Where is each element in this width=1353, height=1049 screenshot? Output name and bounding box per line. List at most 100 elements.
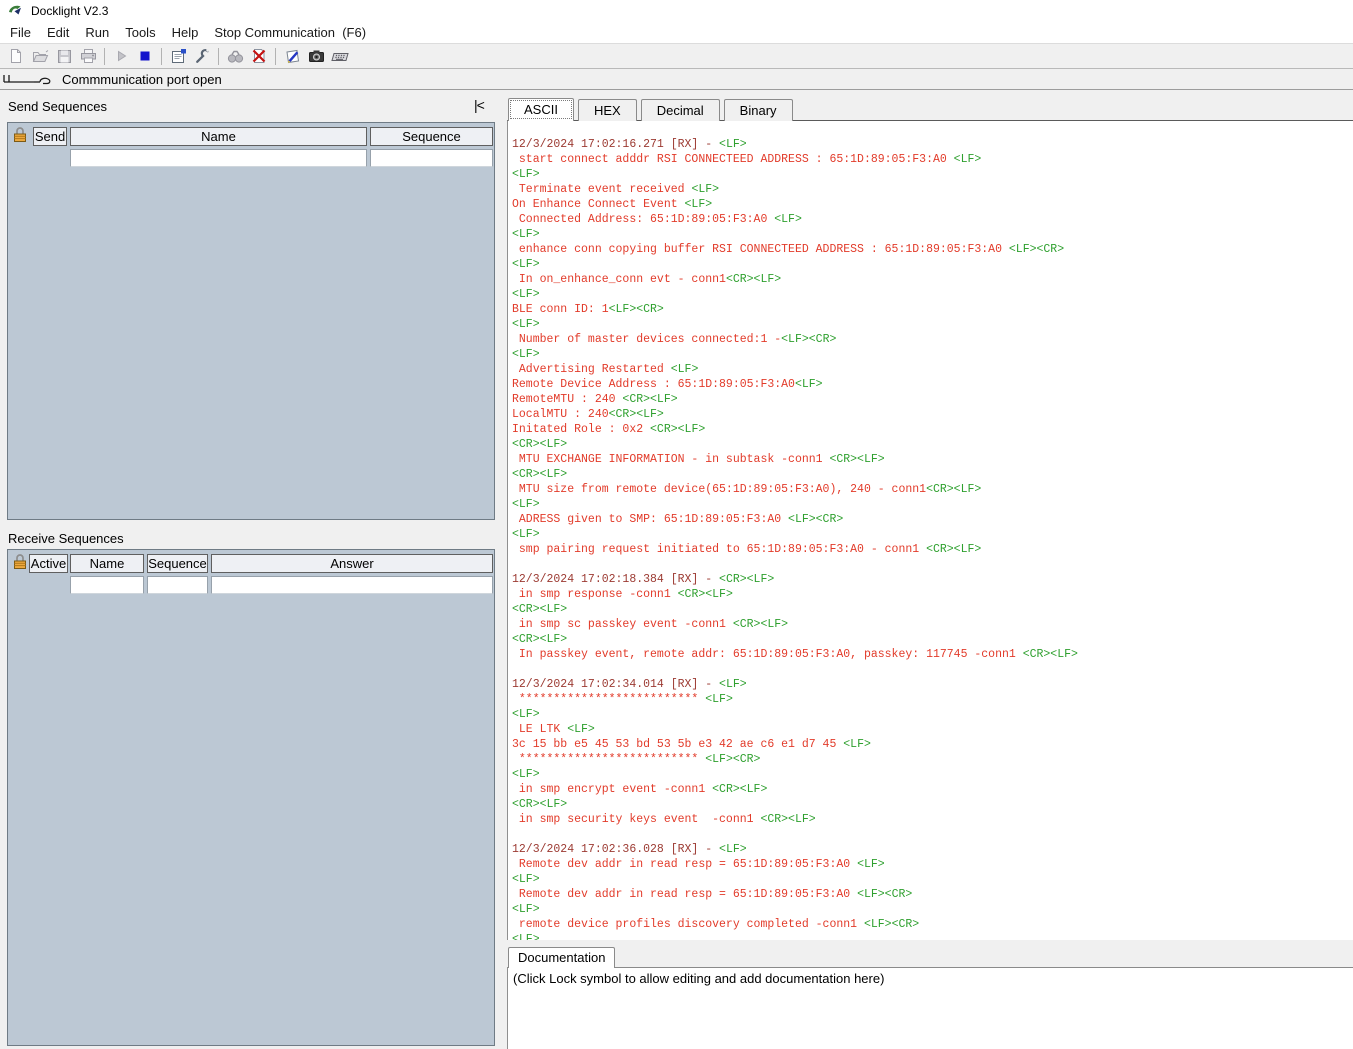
print-icon[interactable] [76, 46, 100, 67]
log-line: <LF> [512, 497, 1353, 512]
log-line: Remote dev addr in read resp = 65:1D:89:… [512, 887, 1353, 902]
log-line: enhance conn copying buffer RSI CONNECTE… [512, 242, 1353, 257]
log-line: Terminate event received <LF> [512, 182, 1353, 197]
communication-status-text: Commmunication port open [62, 72, 222, 87]
send-button[interactable]: Send [33, 127, 67, 146]
tab-documentation[interactable]: Documentation [508, 947, 615, 968]
toolbar-separator [218, 48, 219, 65]
tab-ascii[interactable]: ASCII [508, 98, 574, 121]
tab-hex[interactable]: HEX [578, 99, 637, 121]
log-line: In on_enhance_conn evt - conn1<CR><LF> [512, 272, 1353, 287]
communication-status-bar: Commmunication port open [0, 70, 1353, 90]
tab-decimal[interactable]: Decimal [641, 99, 720, 121]
project-settings-icon[interactable] [166, 46, 190, 67]
log-lines: 12/3/2024 17:02:16.271 [RX] - <LF> start… [512, 137, 1353, 940]
menu-tools[interactable]: Tools [117, 22, 163, 43]
log-line: Number of master devices connected:1 -<L… [512, 332, 1353, 347]
log-line: in smp encrypt event -conn1 <CR><LF> [512, 782, 1353, 797]
log-line: <CR><LF> [512, 467, 1353, 482]
log-line: In passkey event, remote addr: 65:1D:89:… [512, 647, 1353, 662]
toolbar-separator [275, 48, 276, 65]
receive-sequences-panel: Active Name Sequence Answer [7, 549, 495, 1046]
send-row-name-cell[interactable] [70, 149, 367, 167]
toolbar [0, 44, 1353, 69]
send-sequences-panel: Send Name Sequence [7, 122, 495, 520]
log-line: <LF> [512, 767, 1353, 782]
receive-column-active-header: Active [29, 554, 68, 573]
log-line: Connected Address: 65:1D:89:05:F3:A0 <LF… [512, 212, 1353, 227]
stop-icon[interactable] [133, 46, 157, 67]
save-icon[interactable] [52, 46, 76, 67]
window-title: Docklight V2.3 [31, 4, 108, 18]
log-line: 3c 15 bb e5 45 53 bd 53 5b e3 42 ae c6 e… [512, 737, 1353, 752]
log-line: <CR><LF> [512, 797, 1353, 812]
options-wrench-icon[interactable] [190, 46, 214, 67]
log-line: LE LTK <LF> [512, 722, 1353, 737]
send-sequences-title: Send Sequences [8, 99, 107, 114]
menu-stop-communication[interactable]: Stop Communication (F6) [206, 22, 374, 43]
title-bar: Docklight V2.3 [0, 0, 1353, 22]
log-line: Remote dev addr in read resp = 65:1D:89:… [512, 857, 1353, 872]
menu-run[interactable]: Run [77, 22, 117, 43]
log-line: <LF> [512, 527, 1353, 542]
log-line: MTU EXCHANGE INFORMATION - in subtask -c… [512, 452, 1353, 467]
menu-help[interactable]: Help [164, 22, 207, 43]
log-line: ************************** <LF> [512, 692, 1353, 707]
log-line: On Enhance Connect Event <LF> [512, 197, 1353, 212]
log-line: <LF> [512, 317, 1353, 332]
log-line: Remote Device Address : 65:1D:89:05:F3:A… [512, 377, 1353, 392]
log-line: start connect adddr RSI CONNECTEED ADDRE… [512, 152, 1353, 167]
app-logo-icon [7, 3, 23, 19]
send-column-sequence-header: Sequence [370, 127, 493, 146]
clear-window-icon[interactable] [247, 46, 271, 67]
receive-row-name-cell[interactable] [70, 576, 144, 594]
log-line: <LF> [512, 347, 1353, 362]
menu-file[interactable]: File [2, 22, 39, 43]
collapse-send-panel-button[interactable]: |< [474, 97, 484, 113]
log-view-tabs: ASCII HEX Decimal Binary [508, 98, 797, 121]
log-line: LocalMTU : 240<CR><LF> [512, 407, 1353, 422]
communication-log[interactable]: 12/3/2024 17:02:16.271 [RX] - <LF> start… [507, 120, 1353, 940]
receive-row-answer-cell[interactable] [211, 576, 493, 594]
menu-bar: File Edit Run Tools Help Stop Communicat… [0, 22, 1353, 44]
snapshot-camera-icon[interactable] [304, 46, 328, 67]
new-file-icon[interactable] [4, 46, 28, 67]
keyboard-console-icon[interactable] [328, 46, 352, 67]
send-column-name-header: Name [70, 127, 367, 146]
toolbar-separator [161, 48, 162, 65]
log-line: <LF> [512, 902, 1353, 917]
log-line: <CR><LF> [512, 632, 1353, 647]
log-line [512, 662, 1353, 677]
receive-row-sequence-cell[interactable] [147, 576, 208, 594]
receive-sequences-title: Receive Sequences [8, 531, 124, 546]
log-line: remote device profiles discovery complet… [512, 917, 1353, 932]
send-row-sequence-cell[interactable] [370, 149, 493, 167]
lock-icon[interactable] [13, 126, 27, 143]
log-line: BLE conn ID: 1<LF><CR> [512, 302, 1353, 317]
receive-column-answer-header: Answer [211, 554, 493, 573]
log-line: ADRESS given to SMP: 65:1D:89:05:F3:A0 <… [512, 512, 1353, 527]
log-line: <CR><LF> [512, 437, 1353, 452]
log-line: <LF> [512, 167, 1353, 182]
log-line: 12/3/2024 17:02:18.384 [RX] - <CR><LF> [512, 572, 1353, 587]
log-line: <LF> [512, 707, 1353, 722]
open-project-icon[interactable] [28, 46, 52, 67]
log-line: 12/3/2024 17:02:16.271 [RX] - <LF> [512, 137, 1353, 152]
tab-binary[interactable]: Binary [724, 99, 793, 121]
log-line: Advertising Restarted <LF> [512, 362, 1353, 377]
log-line: <LF> [512, 227, 1353, 242]
log-line [512, 557, 1353, 572]
documentation-area[interactable]: (Click Lock symbol to allow editing and … [507, 967, 1353, 1049]
log-line: MTU size from remote device(65:1D:89:05:… [512, 482, 1353, 497]
lock-icon[interactable] [13, 553, 27, 570]
log-line [512, 827, 1353, 842]
documentation-placeholder-text: (Click Lock symbol to allow editing and … [513, 971, 884, 986]
log-line: <LF> [512, 932, 1353, 940]
log-line: <LF> [512, 257, 1353, 272]
log-line: <LF> [512, 872, 1353, 887]
log-line: in smp response -conn1 <CR><LF> [512, 587, 1353, 602]
menu-edit[interactable]: Edit [39, 22, 77, 43]
edit-notes-icon[interactable] [280, 46, 304, 67]
find-icon[interactable] [223, 46, 247, 67]
play-icon[interactable] [109, 46, 133, 67]
